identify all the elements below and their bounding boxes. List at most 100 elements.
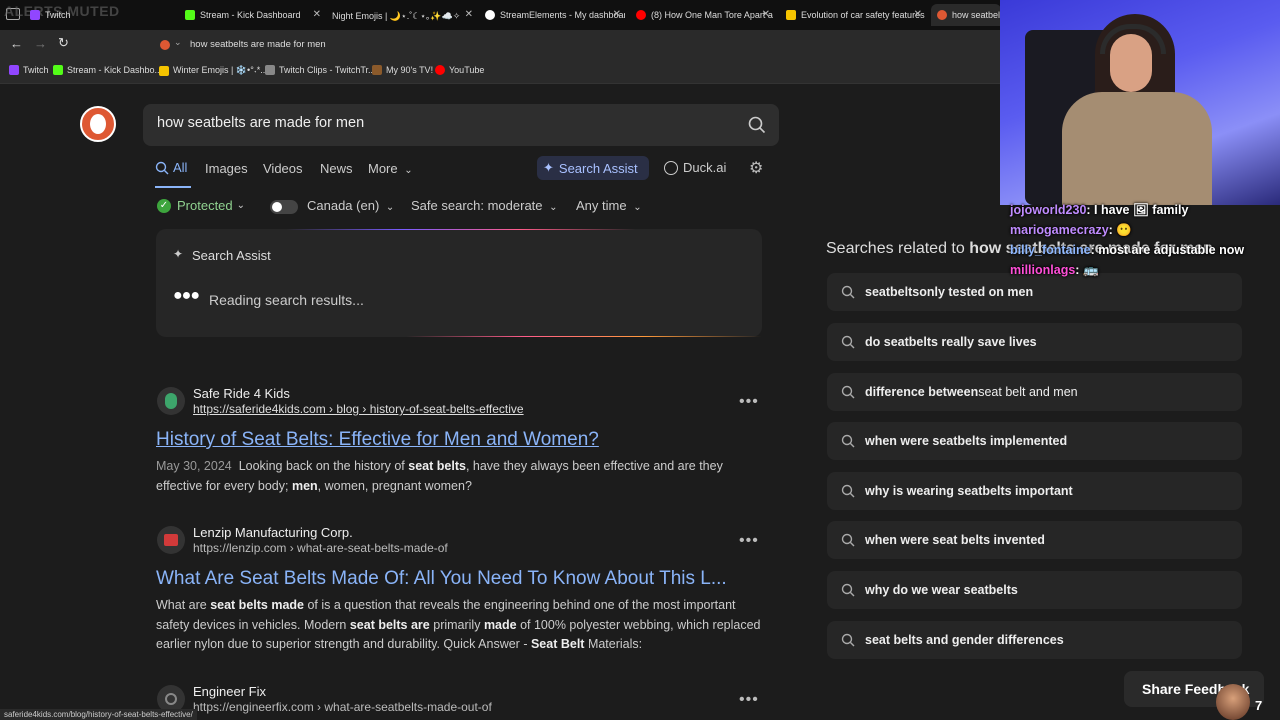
related-search-item[interactable]: why is wearing seatbelts important bbox=[827, 472, 1242, 510]
tab-label: Evolution of car safety features bbox=[801, 10, 925, 20]
safe-ride-icon bbox=[165, 393, 177, 409]
region-filter[interactable]: Canada (en) ⌄ bbox=[307, 198, 394, 213]
protected-filter[interactable]: ✓ Protected ⌄ bbox=[157, 198, 245, 213]
back-icon[interactable]: ← bbox=[10, 36, 23, 51]
result-url[interactable]: https://saferide4kids.com › blog › histo… bbox=[193, 402, 524, 416]
chevron-down-icon: ⌄ bbox=[404, 165, 413, 176]
tab-car-safety[interactable]: Evolution of car safety features ✕ bbox=[786, 4, 926, 26]
related-search-item[interactable]: difference between seat belt and men bbox=[827, 373, 1242, 411]
address-text: how seatbelts are made for men bbox=[190, 39, 326, 50]
tab-label: how seatbelts bbox=[952, 10, 1001, 20]
result-url[interactable]: https://lenzip.com › what-are-seat-belts… bbox=[193, 541, 448, 555]
search-input[interactable] bbox=[157, 115, 717, 131]
related-search-item[interactable]: why do we wear seatbelts bbox=[827, 571, 1242, 609]
chat-user: jojoworld230 bbox=[1010, 203, 1087, 217]
chat-message: millionlags: 🚌 bbox=[1010, 263, 1099, 277]
chevron-down-icon: ⌄ bbox=[549, 202, 558, 213]
related-search-item[interactable]: when were seatbelts implemented bbox=[827, 422, 1242, 460]
tab-twitch[interactable]: Twitch bbox=[30, 4, 180, 26]
search-icon bbox=[841, 335, 855, 349]
tab-youtube-video[interactable]: (8) How One Man Tore Apart a ✕ bbox=[636, 4, 774, 26]
result-url[interactable]: https://engineerfix.com › what-are-seatb… bbox=[193, 700, 492, 714]
duck-ai-button[interactable]: Duck.ai bbox=[664, 160, 726, 175]
chat-user: mariogamecrazy bbox=[1010, 223, 1109, 237]
forward-icon[interactable]: → bbox=[34, 36, 47, 51]
tab-active-search[interactable]: how seatbelts bbox=[931, 4, 1001, 26]
related-text-bold: difference between bbox=[865, 385, 979, 399]
duck-face-icon bbox=[90, 114, 106, 134]
twitch-icon bbox=[30, 10, 40, 20]
tab-all[interactable]: All bbox=[155, 160, 187, 175]
tab-label: More bbox=[368, 161, 398, 176]
close-tab-icon[interactable]: ✕ bbox=[613, 9, 621, 20]
result-title-link[interactable]: What Are Seat Belts Made Of: All You Nee… bbox=[156, 568, 727, 590]
folder-icon bbox=[159, 65, 169, 76]
related-text-bold: only tested on men bbox=[919, 285, 1034, 299]
chat-message: mariogamecrazy: 😶 bbox=[1010, 223, 1132, 237]
assist-bottom-glow bbox=[406, 336, 762, 337]
tab-more[interactable]: More ⌄ bbox=[368, 161, 413, 176]
search-box[interactable] bbox=[143, 104, 779, 146]
chevron-down-icon: ⌄ bbox=[633, 202, 642, 213]
bookmark-winter-emojis[interactable]: Winter Emojis | ❄️•°˖*... bbox=[159, 65, 268, 76]
filter-label: Protected bbox=[177, 198, 233, 213]
more-options-icon[interactable]: ••• bbox=[739, 393, 759, 411]
related-search-item[interactable]: seat belts and gender differences bbox=[827, 621, 1242, 659]
close-tab-icon[interactable]: ✕ bbox=[465, 9, 473, 20]
result-date: May 30, 2024 bbox=[156, 459, 232, 473]
chat-text: 😶 bbox=[1116, 223, 1132, 237]
tab-news[interactable]: News bbox=[320, 161, 353, 176]
search-icon[interactable] bbox=[748, 116, 766, 134]
heading-text: Searches related to bbox=[826, 240, 970, 257]
chat-text: most are adjustable now bbox=[1098, 243, 1245, 257]
close-tab-icon[interactable]: ✕ bbox=[762, 9, 770, 20]
separator bbox=[232, 459, 239, 473]
close-tab-icon[interactable]: ✕ bbox=[313, 9, 321, 20]
tab-label: (8) How One Man Tore Apart a bbox=[651, 10, 773, 20]
address-bar[interactable]: ⌄ how seatbelts are made for men bbox=[152, 34, 1002, 56]
snippet-bold: men bbox=[291, 478, 318, 493]
related-search-item[interactable]: when were seat belts invented bbox=[827, 521, 1242, 559]
chevron-down-icon: ⌄ bbox=[174, 37, 182, 47]
more-options-icon[interactable]: ••• bbox=[739, 691, 759, 709]
tab-label: Stream - Kick Dashboard bbox=[200, 10, 301, 20]
tab-images[interactable]: Images bbox=[205, 161, 248, 176]
chat-message: jojoworld230: I have 🖼 family bbox=[1010, 203, 1189, 217]
bookmark-my-90s-tv[interactable]: My 90's TV! bbox=[372, 65, 433, 75]
related-search-item[interactable]: do seatbelts really save lives bbox=[827, 323, 1242, 361]
bookmark-youtube[interactable]: YouTube bbox=[435, 65, 484, 75]
region-toggle[interactable] bbox=[270, 200, 298, 214]
tab-night-emojis[interactable]: Night Emojis | 🌙⋆.˚☾⋆｡✨☁️✧ ✕ bbox=[332, 4, 477, 26]
tab-videos[interactable]: Videos bbox=[263, 161, 303, 176]
related-text-bold: seat belts and gender differences bbox=[865, 633, 1064, 647]
viewer-count: 7 bbox=[1255, 698, 1263, 713]
close-tab-icon[interactable]: ✕ bbox=[914, 9, 922, 20]
result-snippet: What are seat belts made of is a questio… bbox=[156, 596, 768, 655]
time-filter[interactable]: Any time ⌄ bbox=[576, 198, 642, 213]
site-favicon-icon bbox=[160, 40, 170, 50]
search-assist-button[interactable]: ✦ Search Assist bbox=[537, 156, 649, 180]
sparkle-icon: ✦ bbox=[543, 160, 554, 175]
bookmark-label: YouTube bbox=[449, 65, 485, 75]
filter-label: Canada (en) bbox=[307, 198, 380, 213]
filter-label: Any time bbox=[576, 198, 627, 213]
duckduckgo-logo[interactable] bbox=[80, 106, 116, 142]
gear-icon[interactable]: ⚙ bbox=[749, 158, 763, 178]
search-icon bbox=[841, 285, 855, 299]
search-icon bbox=[841, 633, 855, 647]
reload-icon[interactable]: ↻ bbox=[58, 35, 69, 51]
bookmark-twitch-clips[interactable]: Twitch Clips - TwitchTr... bbox=[265, 65, 376, 75]
snippet-bold: seat belts bbox=[408, 459, 466, 473]
bookmark-label: Twitch Clips - TwitchTr... bbox=[279, 65, 376, 75]
bookmark-twitch[interactable]: Twitch bbox=[9, 65, 49, 75]
tv-icon bbox=[372, 65, 382, 75]
tab-kick-dashboard[interactable]: Stream - Kick Dashboard ✕ bbox=[185, 4, 325, 26]
result-source: Engineer Fix bbox=[193, 684, 266, 699]
tab-streamelements[interactable]: StreamElements - My dashboar ✕ bbox=[485, 4, 625, 26]
more-options-icon[interactable]: ••• bbox=[739, 532, 759, 550]
chat-text: I have 🖼 family bbox=[1094, 203, 1189, 217]
assist-top-glow bbox=[286, 229, 636, 230]
result-title-link[interactable]: History of Seat Belts: Effective for Men… bbox=[156, 429, 599, 451]
bookmark-kick[interactable]: Stream - Kick Dashbo... bbox=[53, 65, 162, 75]
safe-search-filter[interactable]: Safe search: moderate ⌄ bbox=[411, 198, 558, 213]
